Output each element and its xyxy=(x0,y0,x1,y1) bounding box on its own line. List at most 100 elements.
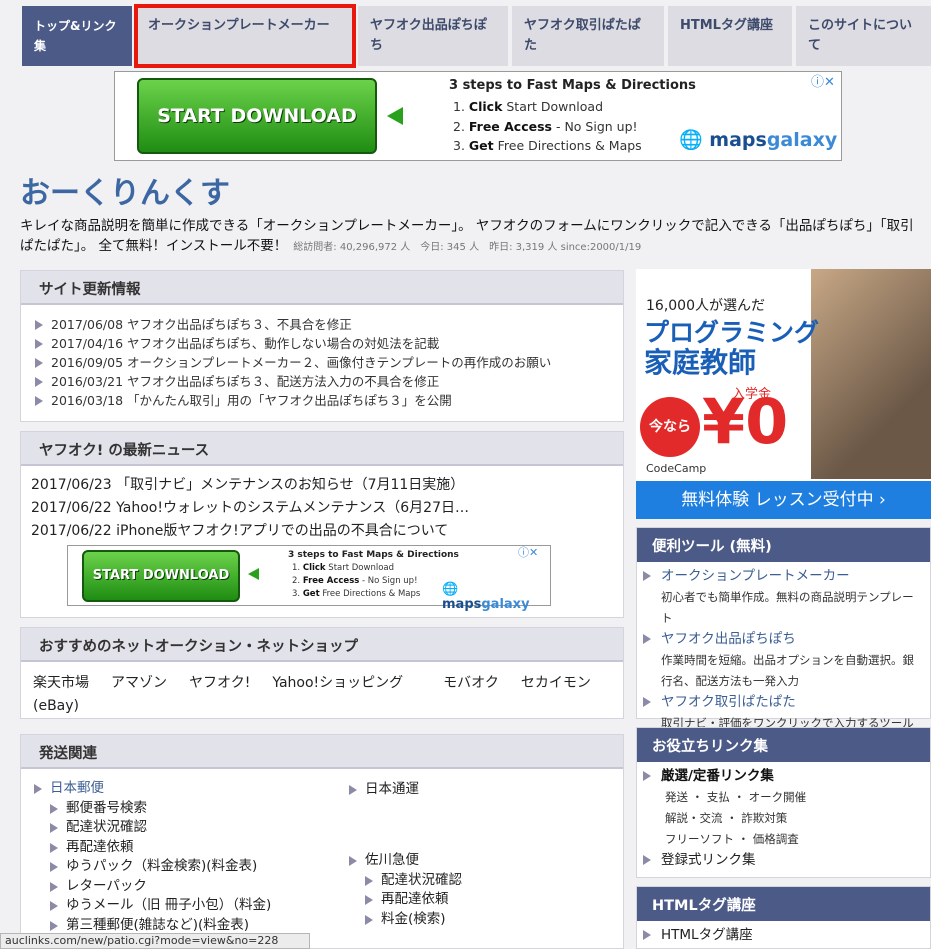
ad-cta-button[interactable]: 無料体験 レッスン受付中 › xyxy=(636,481,931,519)
tool-link-plate-maker[interactable]: オークションプレートメーカー xyxy=(643,566,924,587)
triangle-bullet-icon xyxy=(34,784,42,794)
codecamp-ad[interactable]: 16,000人が選んだ プログラミング 家庭教師 今なら 入学金 ¥0 Code… xyxy=(636,269,931,519)
shop-link-mobaoku[interactable]: モバオク xyxy=(443,675,499,691)
shipping-link[interactable]: 配達状況確認 xyxy=(365,871,609,891)
links-featured[interactable]: 厳選/定番リンク集 xyxy=(643,766,924,787)
shipping-link[interactable]: 再配達依頼 xyxy=(365,890,609,910)
shipping-link[interactable]: レターパック xyxy=(50,877,334,897)
mapsgalaxy-logo: 🌐 mapsgalaxy xyxy=(442,582,530,612)
shipping-link[interactable]: 料金(検索) xyxy=(365,910,609,930)
shop-link-amazon[interactable]: アマゾン xyxy=(111,675,167,691)
links-row[interactable]: 発送 ・ 支払 ・ オーク開催 xyxy=(643,787,924,808)
triangle-bullet-icon xyxy=(50,881,58,892)
visitor-stats: 総訪問者: 40,296,972 人 今日: 345 人 昨日: 3,319 人… xyxy=(293,242,642,253)
shipping-title: 発送関連 xyxy=(21,735,623,769)
small-banner-ad[interactable]: START DOWNLOAD 3 steps to Fast Maps & Di… xyxy=(67,544,551,612)
triangle-bullet-icon xyxy=(349,785,357,795)
shop-link-yahoo-shopping[interactable]: Yahoo!ショッピング xyxy=(272,675,403,691)
top-banner-ad[interactable]: START DOWNLOAD 3 steps to Fast Maps & Di… xyxy=(114,71,842,161)
ad-step: 3. Get Free Directions & Maps xyxy=(292,589,421,599)
ad-headline-small: 3 steps to Fast Maps & Directions xyxy=(288,550,459,560)
links-row[interactable]: 解説・交流 ・ 詐欺対策 xyxy=(643,808,924,829)
update-item[interactable]: 2016/09/05 オークションプレートメーカー２、画像付きテンプレートの再作… xyxy=(35,353,609,372)
tools-panel: 便利ツール (無料) オークションプレートメーカー 初心者でも簡単作成。無料の商… xyxy=(636,527,931,730)
shipping-link-japan-post[interactable]: 日本郵便 xyxy=(34,779,334,799)
tool-desc: 作業時間を短縮。出品オプションを自動選択。銀行名、配送方法も一発入力 xyxy=(661,653,914,688)
triangle-bullet-icon xyxy=(643,771,651,781)
site-intro: キレイな商品説明を簡単に作成できる「オークションプレートメーカー」。 ヤフオクの… xyxy=(20,218,914,254)
shipping-col-1: 日本郵便 郵便番号検索 配達状況確認 再配達依頼 ゆうパック（料金検索)(料金表… xyxy=(34,779,334,935)
browser-status-bar: auclinks.com/new/patio.cgi?mode=view&no=… xyxy=(0,933,310,949)
start-download-button[interactable]: START DOWNLOAD xyxy=(137,78,377,154)
shipping-link-nittsu[interactable]: 日本通運 xyxy=(349,780,609,800)
tab-html-course[interactable]: HTMLタグ講座 xyxy=(668,6,792,66)
update-item[interactable]: 2017/04/16 ヤフオク出品ぽちぽち、動作しない場合の対処法を記載 xyxy=(35,334,609,353)
tab-yahoo-listing[interactable]: ヤフオク出品ぽちぽち xyxy=(358,6,508,66)
start-download-button-small[interactable]: START DOWNLOAD xyxy=(82,550,240,602)
html-course-title: HTMLタグ講座 xyxy=(637,887,930,921)
mapsgalaxy-logo: 🌐 mapsgalaxy xyxy=(679,129,838,151)
shops-list: 楽天市場 アマゾン ヤフオク! Yahoo!ショッピング モバオク セカイモン(eBay) xyxy=(21,662,623,728)
news-title: ヤフオク! の最新ニュース xyxy=(21,432,623,466)
ad-line3: 家庭教師 xyxy=(644,346,757,379)
shop-link-yahoo-auction[interactable]: ヤフオク! xyxy=(189,675,250,691)
html-course-panel: HTMLタグ講座 HTMLタグ講座 xyxy=(636,886,931,949)
news-item[interactable]: 2017/06/23 「取引ナビ」メンテナンスのお知らせ（7月11日実施） xyxy=(31,474,613,497)
links-registered[interactable]: 登録式リンク集 xyxy=(643,850,924,871)
shop-link-rakuten[interactable]: 楽天市場 xyxy=(33,675,89,691)
shipping-link[interactable]: ゆうパック（料金検索)(料金表) xyxy=(50,857,334,877)
ad-step: 2. Free Access - No Sign up! xyxy=(453,118,638,134)
triangle-bullet-icon xyxy=(50,842,58,853)
updates-list: 2017/06/08 ヤフオク出品ぽちぽち３、不具合を修正 2017/04/16… xyxy=(21,305,623,420)
triangle-bullet-icon xyxy=(643,571,651,581)
triangle-bullet-icon xyxy=(643,634,651,644)
tab-top-links[interactable]: トップ&リンク集 xyxy=(22,6,132,66)
tab-auction-plate-maker[interactable]: オークションプレートメーカー xyxy=(134,4,356,68)
ad-brand: CodeCamp xyxy=(646,462,707,475)
tab-about-site[interactable]: このサイトについて xyxy=(796,6,931,66)
tool-link-pochipochi[interactable]: ヤフオク出品ぽちぽち xyxy=(643,629,924,650)
links-row[interactable]: フリーソフト ・ 価格調査 xyxy=(643,829,924,850)
shipping-link[interactable]: 郵便番号検索 xyxy=(50,799,334,819)
html-course-link[interactable]: HTMLタグ講座 xyxy=(643,925,924,946)
ad-step: 1. Click Start Download xyxy=(292,563,395,573)
ad-steps-small: 1. Click Start Download 2. Free Access -… xyxy=(292,562,420,601)
update-item[interactable]: 2017/06/08 ヤフオク出品ぽちぽち３、不具合を修正 xyxy=(35,315,609,334)
triangle-bullet-icon xyxy=(643,697,651,707)
links-panel: お役立ちリンク集 厳選/定番リンク集 発送 ・ 支払 ・ オーク開催 解説・交流… xyxy=(636,727,931,878)
ad-headline: 3 steps to Fast Maps & Directions xyxy=(449,78,696,93)
arrow-left-icon xyxy=(248,568,259,580)
triangle-bullet-icon xyxy=(365,895,373,905)
tool-link-patapata[interactable]: ヤフオク取引ぱたぱた xyxy=(643,692,924,713)
shipping-link-sagawa[interactable]: 佐川急便 xyxy=(349,851,609,871)
shipping-link[interactable]: 再配達依頼 xyxy=(50,838,334,858)
news-item[interactable]: 2017/06/22 Yahoo!ウォレットのシステムメンテナンス（6月27日… xyxy=(31,497,613,520)
update-item[interactable]: 2016/03/18 「かんたん取引」用の「ヤフオク出品ぽちぽち３」を公開 xyxy=(35,391,609,410)
tools-list: オークションプレートメーカー 初心者でも簡単作成。無料の商品説明テンプレート ヤ… xyxy=(637,562,930,738)
shipping-link[interactable]: ゆうメール（旧 冊子小包）（料金) xyxy=(50,896,334,916)
shipping-link[interactable]: 配達状況確認 xyxy=(50,818,334,838)
arrow-left-icon xyxy=(387,107,403,125)
shipping-col-2a: 日本通運 xyxy=(349,780,609,800)
triangle-bullet-icon xyxy=(365,914,373,925)
ad-badge: 今なら xyxy=(640,397,700,457)
triangle-bullet-icon xyxy=(643,930,651,940)
news-item[interactable]: 2017/06/22 iPhone版ヤフオク!アプリでの出品の不具合について xyxy=(31,520,613,543)
triangle-bullet-icon xyxy=(643,855,651,865)
triangle-bullet-icon xyxy=(35,396,43,406)
triangle-bullet-icon xyxy=(365,875,373,886)
updates-title: サイト更新情報 xyxy=(21,271,623,305)
ad-photo xyxy=(811,269,931,479)
triangle-bullet-icon xyxy=(349,856,357,866)
triangle-bullet-icon xyxy=(50,920,58,931)
shipping-col-2b: 佐川急便 配達状況確認 再配達依頼 料金(検索) xyxy=(349,851,609,929)
tool-desc: 初心者でも簡単作成。無料の商品説明テンプレート xyxy=(661,590,914,625)
updates-panel: サイト更新情報 2017/06/08 ヤフオク出品ぽちぽち３、不具合を修正 20… xyxy=(20,270,624,422)
update-item[interactable]: 2016/03/21 ヤフオク出品ぽちぽち３、配送方法入力の不具合を修正 xyxy=(35,372,609,391)
tab-yahoo-trade[interactable]: ヤフオク取引ぱたぱた xyxy=(512,6,664,66)
triangle-bullet-icon xyxy=(35,320,43,330)
ad-close-icon[interactable]: ⓘ✕ xyxy=(811,71,835,90)
shops-panel: おすすめのネットオークション・ネットショップ 楽天市場 アマゾン ヤフオク! Yaho… xyxy=(20,627,624,719)
ad-close-icon[interactable]: ⓘ✕ xyxy=(518,544,538,560)
triangle-bullet-icon xyxy=(50,862,58,872)
